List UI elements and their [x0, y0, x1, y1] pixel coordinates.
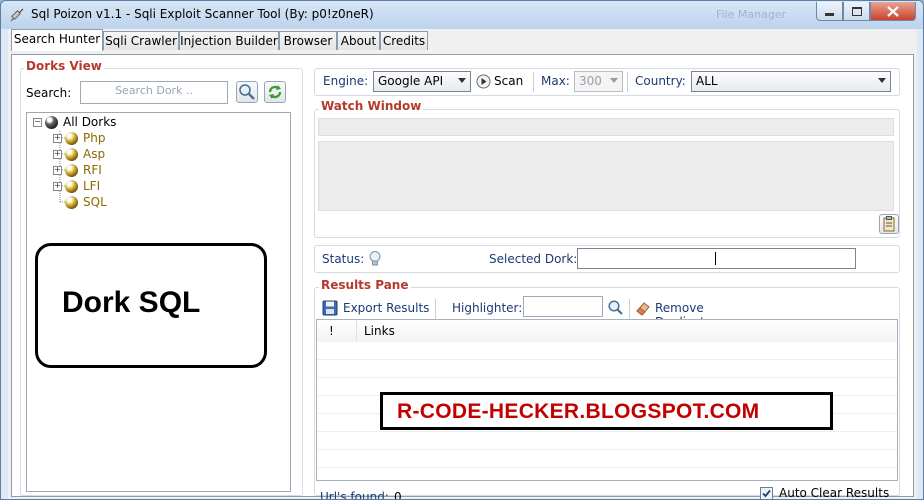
watermark-text: R-CODE-HECKER.BLOGSPOT.COM	[397, 400, 760, 423]
results-pane-title: Results Pane	[319, 278, 411, 292]
auto-clear-label: Auto Clear Results	[779, 486, 890, 500]
syringe-icon	[10, 8, 24, 22]
dork-search-input[interactable]: Search Dork ..	[80, 81, 228, 104]
chevron-down-icon	[878, 78, 886, 83]
urls-found-label: Url's found:	[320, 490, 389, 500]
country-value: ALL	[696, 74, 718, 88]
search-placeholder: Search Dork ..	[115, 84, 193, 97]
copy-button[interactable]	[879, 214, 899, 234]
country-label: Country:	[635, 74, 686, 88]
status-label: Status:	[322, 252, 365, 266]
globe-gold-icon	[65, 164, 78, 177]
app-window: Sql Poizon v1.1 - Sqli Exploit Scanner T…	[0, 0, 924, 500]
toolbar-separator	[627, 72, 628, 92]
scan-button[interactable]: Scan	[476, 73, 531, 91]
tab-browser[interactable]: Browser	[279, 31, 337, 50]
minimize-icon	[825, 12, 834, 16]
column-divider	[356, 320, 357, 342]
toolbar-separator	[533, 72, 534, 92]
collapse-icon[interactable]: −	[33, 118, 42, 127]
auto-clear-checkbox[interactable]	[760, 487, 773, 499]
refresh-dorks-button[interactable]	[264, 81, 286, 103]
dorks-view-title: Dorks View	[24, 59, 104, 73]
chevron-down-icon	[458, 78, 466, 83]
results-grid-header: ! Links	[317, 320, 897, 343]
results-grid[interactable]: ! Links R-CODE-HECKER.BLOGSPOT.COM	[316, 319, 898, 481]
selected-dork-label: Selected Dork:	[489, 252, 578, 266]
expand-icon[interactable]: +	[53, 134, 62, 143]
watch-log-area[interactable]	[318, 141, 894, 211]
tree-node-label: Asp	[83, 147, 106, 161]
highlighter-label: Highlighter:	[452, 301, 523, 315]
tab-about[interactable]: About	[337, 31, 380, 50]
engine-label: Engine:	[323, 74, 369, 88]
expand-icon[interactable]: +	[53, 166, 62, 175]
watch-window-title: Watch Window	[319, 99, 424, 113]
expand-icon[interactable]: +	[53, 182, 62, 191]
auto-clear-toggle[interactable]: Auto Clear Results	[760, 486, 900, 500]
tab-search-hunter[interactable]: Search Hunter	[11, 29, 103, 51]
tree-node-label: RFI	[83, 163, 102, 177]
checkmark-icon	[762, 489, 771, 498]
max-value: 300	[579, 74, 602, 88]
chevron-down-icon	[610, 78, 618, 83]
text-cursor	[715, 252, 716, 265]
close-icon	[887, 5, 899, 17]
eraser-icon	[636, 302, 650, 316]
annotation-text: Dork SQL	[62, 286, 201, 319]
scan-label: Scan	[494, 74, 524, 88]
max-label: Max:	[541, 74, 570, 88]
search-dork-button[interactable]	[236, 81, 258, 103]
annotation-box: Dork SQL	[35, 243, 267, 368]
toolbar-separator	[435, 299, 436, 319]
engine-value: Google API	[378, 74, 444, 88]
search-hunter-panel: Dorks View Search: Search Dork .. − All …	[11, 54, 914, 500]
window-title: Sql Poizon v1.1 - Sqli Exploit Scanner T…	[31, 7, 374, 21]
toolbar-separator	[629, 299, 630, 319]
lightbulb-icon	[369, 251, 381, 266]
save-icon	[322, 300, 338, 316]
search-icon[interactable]	[607, 299, 625, 317]
tree-node-label: Php	[83, 131, 106, 145]
export-results-button[interactable]: Export Results	[322, 300, 430, 318]
refresh-icon	[268, 85, 282, 99]
selected-dork-field[interactable]	[577, 248, 856, 269]
tab-credits[interactable]: Credits	[380, 31, 428, 50]
max-dropdown[interactable]: 300	[574, 71, 623, 92]
globe-gold-icon	[65, 196, 78, 209]
search-label: Search:	[26, 86, 72, 100]
tree-node-label: LFI	[83, 179, 101, 193]
tab-sqli-crawler[interactable]: Sqli Crawler	[103, 31, 179, 50]
column-header-flag[interactable]: !	[329, 324, 334, 338]
engine-dropdown[interactable]: Google API	[373, 71, 471, 92]
export-results-label: Export Results	[343, 301, 430, 315]
globe-gold-icon	[65, 132, 78, 145]
close-button[interactable]	[870, 2, 916, 21]
urls-found-count: 0	[394, 490, 402, 500]
watermark-box: R-CODE-HECKER.BLOGSPOT.COM	[380, 392, 833, 430]
remove-duplicates-button[interactable]: Remove Duplicates	[635, 300, 770, 329]
clipboard-icon	[883, 216, 895, 232]
column-header-links[interactable]: Links	[364, 324, 395, 338]
country-dropdown[interactable]: ALL	[691, 71, 891, 92]
client-area: Search Hunter Sqli Crawler Injection Bui…	[8, 29, 917, 499]
tree-node-label: All Dorks	[63, 115, 117, 129]
background-window-title: File Manager	[716, 8, 787, 21]
search-icon	[239, 84, 255, 100]
globe-dark-icon	[45, 116, 58, 129]
tab-injection-builder[interactable]: Injection Builder	[179, 31, 279, 50]
dorks-tree[interactable]: − All Dorks + Php + Asp + RFI + LFI SQL …	[26, 112, 291, 492]
play-icon	[476, 74, 491, 89]
title-bar[interactable]: Sql Poizon v1.1 - Sqli Exploit Scanner T…	[1, 1, 923, 29]
maximize-icon	[851, 6, 862, 16]
highlighter-input[interactable]	[523, 296, 603, 317]
maximize-button[interactable]	[843, 2, 870, 21]
globe-gold-icon	[65, 148, 78, 161]
globe-gold-icon	[65, 180, 78, 193]
tree-node-label: SQL	[83, 195, 107, 209]
watch-status-strip	[318, 118, 894, 136]
expand-icon[interactable]: +	[53, 150, 62, 159]
minimize-button[interactable]	[816, 2, 843, 21]
